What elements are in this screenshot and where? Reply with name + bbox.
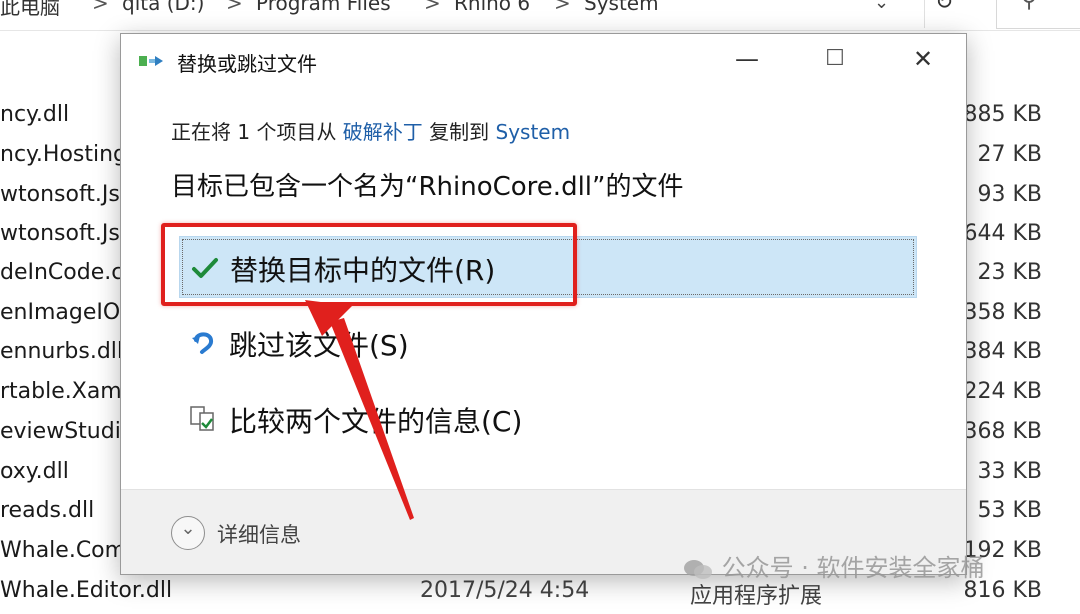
file-name: Whale.Editor.dll	[0, 578, 173, 603]
file-name: eviewStudio	[0, 419, 135, 444]
file-date: 2017/5/24 4:54	[420, 578, 590, 603]
operation-description: 正在将 1 个项目从 破解补丁 复制到 System	[171, 116, 570, 145]
breadcrumb-rhino[interactable]: Rhino 6	[454, 0, 530, 15]
compare-icon	[190, 406, 214, 431]
minimize-icon: —	[735, 45, 759, 73]
skip-icon	[192, 332, 214, 354]
close-button[interactable]: ✕	[887, 34, 959, 90]
conflict-heading: 目标已包含一个名为“RhinoCore.dll”的文件	[171, 172, 684, 202]
file-name: wtonsoft.Js	[0, 221, 120, 246]
breadcrumb-drive[interactable]: qita (D:)	[122, 0, 204, 15]
file-size: 33 KB	[977, 459, 1042, 484]
file-name: reads.dll	[0, 498, 95, 523]
file-size: 93 KB	[977, 182, 1042, 207]
dialog-titlebar[interactable]: 替换或跳过文件 — ☐ ✕	[121, 34, 966, 90]
expand-details-button[interactable]: ⌄	[171, 516, 205, 550]
wechat-icon	[684, 560, 712, 579]
op-middle: 复制到	[422, 120, 496, 144]
file-size: 384 KB	[963, 339, 1042, 364]
dialog-title: 替换或跳过文件	[177, 52, 317, 76]
chevron-down-icon[interactable]: ⌄	[874, 0, 889, 13]
compare-files-label: 比较两个文件的信息(C)	[229, 405, 523, 438]
file-size: 53 KB	[977, 498, 1042, 523]
search-icon: ⚲	[1021, 0, 1038, 13]
maximize-button[interactable]: ☐	[799, 34, 871, 90]
refresh-icon: ↻	[935, 0, 954, 15]
maximize-icon: ☐	[825, 46, 845, 71]
file-move-icon	[139, 56, 163, 66]
compare-files-option[interactable]: 比较两个文件的信息(C)	[179, 388, 915, 448]
search-input[interactable]: ⚲	[996, 0, 1080, 29]
breadcrumb-separator: >	[226, 0, 243, 15]
file-name: ennurbs.dll	[0, 339, 124, 364]
breadcrumb-system[interactable]: System	[584, 0, 659, 15]
file-name: rtable.Xaml	[0, 379, 128, 404]
file-size: 27 KB	[977, 142, 1042, 167]
breadcrumb-program-files[interactable]: Program Files	[256, 0, 391, 15]
chevron-down-icon: ⌄	[180, 518, 196, 539]
file-name: enImageIO	[0, 300, 121, 325]
refresh-button[interactable]: ↻	[924, 0, 967, 28]
file-size: 368 KB	[963, 419, 1042, 444]
annotation-highlight-box	[161, 223, 577, 306]
breadcrumb-this-pc[interactable]: 此电脑	[0, 0, 60, 20]
file-name: ncy.Hosting	[0, 142, 128, 167]
breadcrumb-separator: >	[554, 0, 571, 15]
breadcrumb-separator: >	[424, 0, 441, 15]
file-name: oxy.dll	[0, 459, 69, 484]
address-bar[interactable]: 此电脑 > qita (D:) > Program Files > Rhino …	[0, 0, 1080, 31]
file-name: ncy.dll	[0, 102, 70, 127]
file-name: wtonsoft.Js	[0, 182, 120, 207]
file-name: deInCode.c	[0, 260, 124, 285]
watermark-text: 公众号 · 软件安装全家桶	[721, 554, 985, 582]
destination-folder-link[interactable]: System	[496, 120, 571, 144]
more-info-label[interactable]: 详细信息	[217, 519, 301, 549]
watermark: 公众号 · 软件安装全家桶	[682, 548, 985, 583]
file-size: 358 KB	[963, 300, 1042, 325]
close-icon: ✕	[912, 45, 934, 73]
minimize-button[interactable]: —	[711, 34, 783, 90]
op-prefix: 正在将 1 个项目从	[171, 120, 343, 144]
file-size: 224 KB	[963, 379, 1042, 404]
skip-file-option[interactable]: 跳过该文件(S)	[179, 312, 915, 372]
file-size: 644 KB	[963, 221, 1042, 246]
skip-file-label: 跳过该文件(S)	[229, 329, 409, 362]
file-size: 23 KB	[977, 260, 1042, 285]
file-size: 885 KB	[963, 102, 1042, 127]
source-folder-link[interactable]: 破解补丁	[343, 120, 423, 144]
replace-or-skip-dialog: 替换或跳过文件 — ☐ ✕ 正在将 1 个项目从 破解补丁 复制到 System…	[120, 33, 967, 575]
breadcrumb-separator: >	[92, 0, 109, 15]
